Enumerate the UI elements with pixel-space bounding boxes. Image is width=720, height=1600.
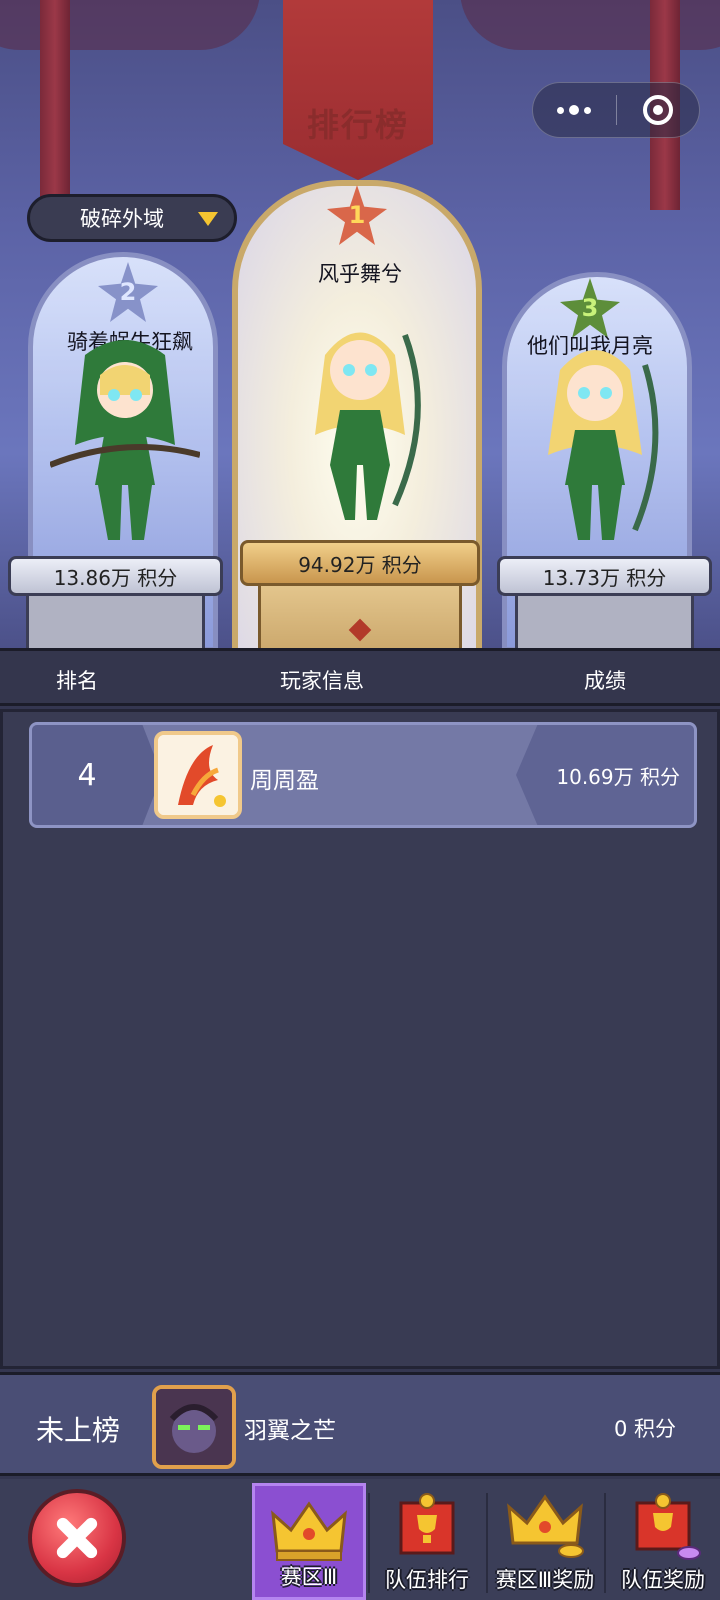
page-title: 排行榜	[306, 106, 409, 144]
more-icon[interactable]	[533, 83, 616, 137]
rank-column-header: 排名	[56, 669, 98, 693]
leaderboard-header: 排名 玩家信息 成绩	[0, 648, 720, 706]
rank-1-score: 94.92万 积分	[240, 540, 480, 586]
phoenix-avatar-icon	[158, 735, 238, 815]
rank-2-number: 2	[119, 278, 137, 306]
bottom-navigation: 赛区Ⅲ 队伍排行 赛区Ⅲ奖励 队伍奖励	[0, 1479, 720, 1600]
rank-1-player-name: 风乎舞兮	[318, 262, 402, 286]
region-dropdown[interactable]: 破碎外域	[27, 194, 237, 242]
my-avatar[interactable]	[152, 1385, 236, 1469]
row-score: 10.69万 积分	[516, 725, 694, 825]
close-icon	[55, 1516, 99, 1560]
tab-label: 赛区Ⅲ	[280, 1565, 338, 1589]
rank-3-pedestal: 13.73万 积分	[497, 556, 712, 648]
crown-icon	[271, 1501, 347, 1561]
rank-2-score: 13.86万 积分	[8, 556, 223, 596]
tab-team-rewards[interactable]: 队伍奖励	[606, 1483, 720, 1600]
my-player-name: 羽翼之芒	[244, 1418, 336, 1444]
crown-coins-icon	[507, 1494, 584, 1558]
rank-3-score: 13.73万 积分	[497, 556, 712, 596]
trophy-reward-icon	[635, 1493, 701, 1560]
drape-decoration	[0, 0, 260, 50]
rank-2-character-avatar[interactable]	[50, 335, 200, 545]
table-row[interactable]: 4 周周盈 10.69万 积分	[29, 722, 697, 828]
tab-label: 队伍奖励	[621, 1568, 705, 1592]
score-column-header: 成绩	[584, 669, 626, 693]
podium-section: 排行榜 破碎外域 1 2 3 风乎舞兮 骑着蜗牛狂飙 他们叫我月亮	[0, 0, 720, 648]
my-rank-bar: 未上榜 羽翼之芒 0 积分	[0, 1372, 720, 1476]
miniprogram-capsule	[532, 82, 700, 138]
close-miniprogram-icon[interactable]	[617, 95, 700, 125]
pillar-decoration	[40, 0, 70, 210]
rank-1-number: 1	[348, 201, 366, 229]
region-dropdown-label: 破碎外域	[80, 207, 164, 231]
player-column-header: 玩家信息	[280, 669, 364, 693]
rank-1-pedestal: 94.92万 积分	[240, 540, 480, 648]
rank-3-character-avatar[interactable]	[520, 335, 670, 545]
tab-zone-3[interactable]: 赛区Ⅲ	[252, 1483, 366, 1600]
drape-decoration	[460, 0, 720, 50]
player-avatar[interactable]	[154, 731, 242, 819]
tab-zone-3-rewards[interactable]: 赛区Ⅲ奖励	[488, 1483, 602, 1600]
row-player-name: 周周盈	[250, 768, 319, 794]
my-rank-status: 未上榜	[36, 1414, 121, 1447]
dropdown-arrow-icon	[198, 212, 218, 226]
title-banner	[283, 0, 433, 180]
rank-1-character-avatar[interactable]	[285, 315, 435, 525]
trophy-banner-icon	[399, 1493, 455, 1555]
tab-team-ranking[interactable]: 队伍排行	[370, 1483, 484, 1600]
tab-label: 赛区Ⅲ奖励	[495, 1568, 595, 1592]
rank-2-pedestal: 13.86万 积分	[8, 556, 223, 648]
tab-label: 队伍排行	[385, 1568, 469, 1592]
demon-hunter-avatar-icon	[156, 1389, 232, 1465]
row-rank: 4	[32, 725, 162, 825]
leaderboard-list[interactable]: 4 周周盈 10.69万 积分	[0, 709, 720, 1369]
rank-3-number: 3	[581, 294, 599, 322]
my-score: 0 积分	[613, 1417, 676, 1441]
close-button[interactable]	[28, 1489, 126, 1587]
